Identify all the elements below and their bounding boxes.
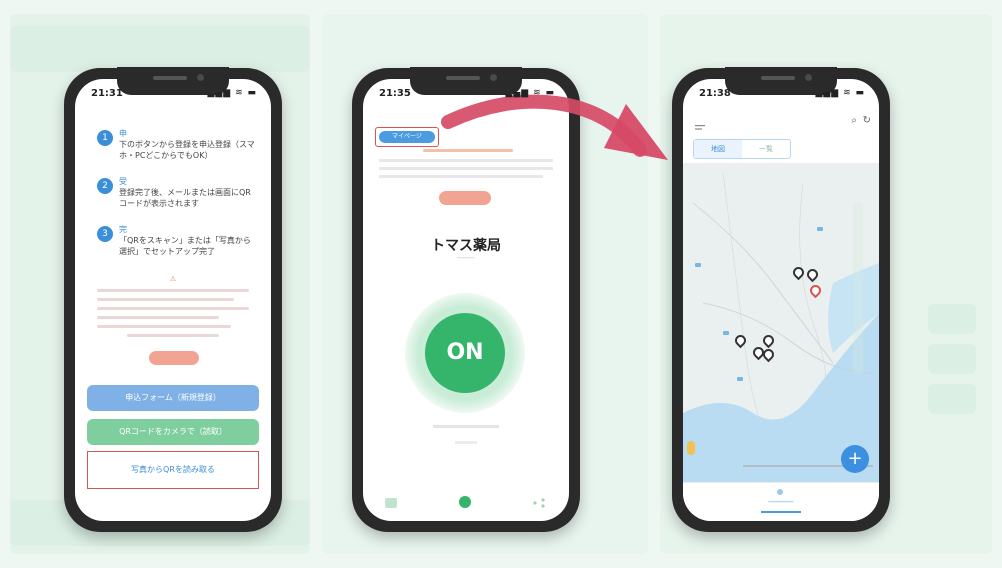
street-view-icon[interactable] bbox=[687, 441, 695, 455]
step-title: 受 bbox=[119, 177, 127, 186]
add-button[interactable]: + bbox=[841, 445, 869, 473]
step-item: 2 受 登録完了後、メールまたは画面にQRコードが表示されます bbox=[97, 177, 257, 211]
active-tab-underline bbox=[761, 511, 801, 513]
status-bar: 21:35 ▂▄▆ ≋ ▬ bbox=[379, 88, 555, 102]
phone-screen: 21:31 ▂▄▆ ≋ ▬ 1 申 下のボタンから登録を申込登録（スマホ・PCど… bbox=[75, 79, 271, 521]
notice-heading bbox=[423, 149, 513, 152]
bottom-tab-bar bbox=[363, 477, 569, 521]
scan-qr-button[interactable]: QRコードをカメラで（読取） bbox=[87, 419, 259, 445]
tab-map-active[interactable]: ─────── bbox=[683, 499, 879, 506]
view-segmented-control: 地図 一覧 bbox=[693, 139, 791, 159]
application-form-button[interactable]: 申込フォーム（新規登録） bbox=[87, 385, 259, 411]
map-top-bar: ⌕ ↻ bbox=[683, 109, 879, 137]
home-icon bbox=[459, 496, 471, 508]
step-description: 下のボタンから登録を申込登録（スマホ・PCどこからでもOK） bbox=[119, 140, 255, 160]
step-number-badge: 2 bbox=[97, 178, 113, 194]
refresh-icon[interactable]: ↻ bbox=[863, 115, 871, 126]
step-title: 完 bbox=[119, 225, 127, 234]
step-item: 3 完 「QRをスキャン」または「写真から選択」でセットアップ完了 bbox=[97, 225, 257, 259]
status-time: 21:35 bbox=[379, 88, 411, 99]
search-icon[interactable]: ⌕ bbox=[851, 115, 857, 126]
status-icons: ▂▄▆ ≋ ▬ bbox=[815, 88, 865, 98]
tab-list[interactable]: 一覧 bbox=[742, 140, 790, 158]
store-name: トマス薬局 bbox=[431, 238, 501, 254]
background-stripe bbox=[928, 384, 976, 414]
status-bar: 21:38 ▂▄▆ ≋ ▬ bbox=[699, 88, 865, 102]
tab-store[interactable] bbox=[371, 498, 411, 511]
step-number-badge: 3 bbox=[97, 226, 113, 242]
phone-registration: 21:31 ▂▄▆ ≋ ▬ 1 申 下のボタンから登録を申込登録（スマホ・PCど… bbox=[64, 67, 282, 532]
store-icon bbox=[385, 498, 397, 508]
mypage-label: マイページ bbox=[379, 131, 435, 143]
map-view[interactable] bbox=[683, 163, 879, 483]
share-icon bbox=[533, 498, 545, 508]
status-time: 21:31 bbox=[91, 88, 123, 99]
notice-detail-button[interactable] bbox=[149, 351, 199, 365]
status-time: 21:38 bbox=[699, 88, 731, 99]
status-bar: 21:31 ▂▄▆ ≋ ▬ bbox=[91, 88, 257, 102]
menu-icon[interactable] bbox=[695, 118, 705, 137]
setup-steps: 1 申 下のボタンから登録を申込登録（スマホ・PCどこからでもOK） 2 受 登… bbox=[97, 129, 257, 273]
status-caption bbox=[455, 441, 477, 444]
step-number-badge: 1 bbox=[97, 130, 113, 146]
mypage-button[interactable]: マイページ bbox=[375, 127, 439, 147]
warning-icon: ⚠ bbox=[169, 275, 177, 283]
background-stripe bbox=[928, 344, 976, 374]
tab-settings[interactable] bbox=[519, 498, 559, 511]
phone-screen: 21:38 ▂▄▆ ≋ ▬ ⌕ ↻ 地図 一覧 + ─────── bbox=[683, 79, 879, 521]
tab-home[interactable] bbox=[445, 496, 485, 511]
notice-text-block bbox=[97, 289, 249, 343]
notice-detail-button[interactable] bbox=[439, 191, 491, 205]
phone-screen: 21:35 ▂▄▆ ≋ ▬ マイページ トマス薬局 ───── ON bbox=[363, 79, 569, 521]
store-subtitle: ───── bbox=[456, 255, 476, 262]
status-icons: ▂▄▆ ≋ ▬ bbox=[207, 88, 257, 98]
step-description: 登録完了後、メールまたは画面にQRコードが表示されます bbox=[119, 188, 251, 208]
background-stripe bbox=[928, 304, 976, 334]
on-toggle-button[interactable]: ON bbox=[425, 313, 505, 393]
step-item: 1 申 下のボタンから登録を申込登録（スマホ・PCどこからでもOK） bbox=[97, 129, 257, 163]
step-description: 「QRをスキャン」または「写真から選択」でセットアップ完了 bbox=[119, 236, 251, 256]
tab-indicator-dot bbox=[777, 489, 783, 495]
background-stripe bbox=[10, 26, 310, 72]
phone-store-status: 21:35 ▂▄▆ ≋ ▬ マイページ トマス薬局 ───── ON bbox=[352, 67, 580, 532]
status-caption bbox=[433, 425, 499, 428]
bottom-tab-bar: ─────── bbox=[683, 482, 879, 521]
notice-text-block bbox=[379, 159, 553, 183]
tab-map[interactable]: 地図 bbox=[694, 140, 742, 158]
step-title: 申 bbox=[119, 129, 127, 138]
phone-map: 21:38 ▂▄▆ ≋ ▬ ⌕ ↻ 地図 一覧 + ─────── bbox=[672, 67, 890, 532]
status-icons: ▂▄▆ ≋ ▬ bbox=[505, 88, 555, 98]
photo-qr-button[interactable]: 写真からQRを読み取る bbox=[87, 451, 259, 489]
